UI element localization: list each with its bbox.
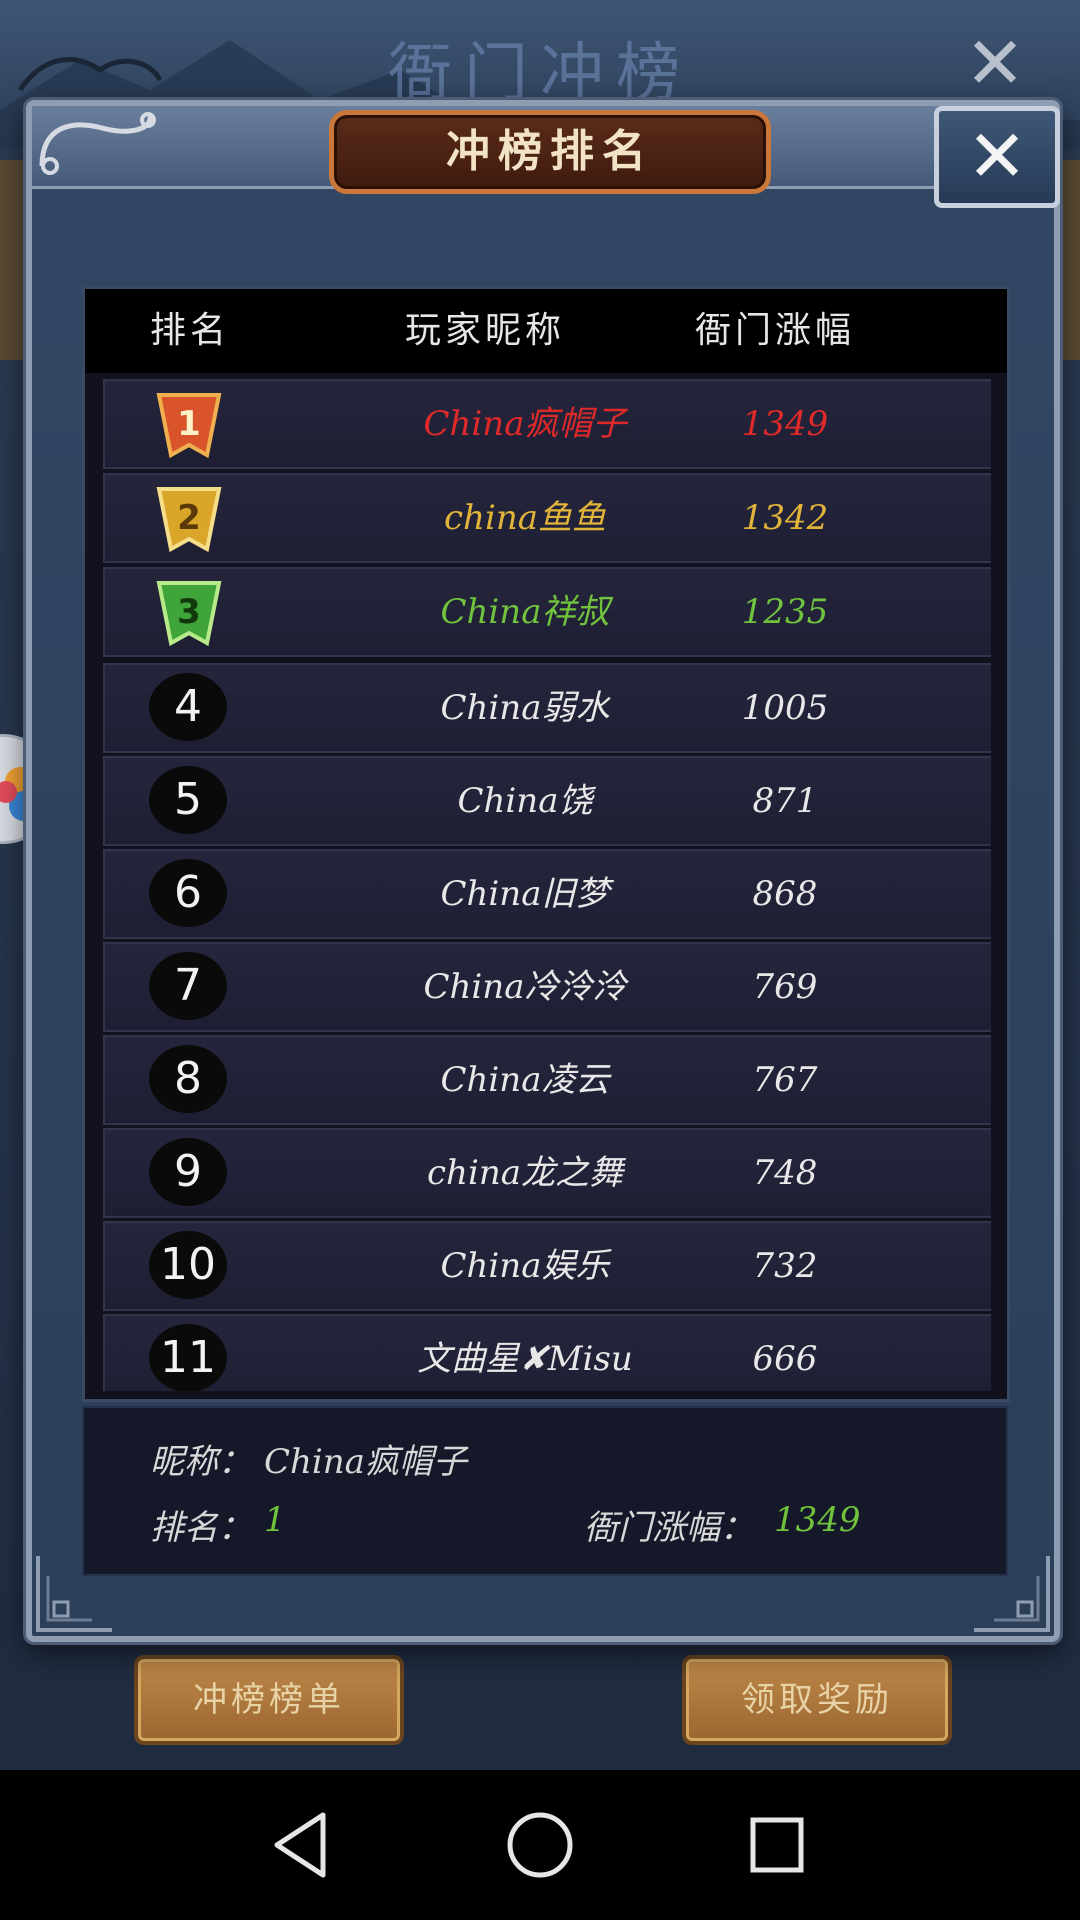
ranking-list-button[interactable]: 冲榜榜单 [134, 1655, 404, 1745]
rank-number: 8 [149, 1045, 227, 1113]
player-name: china龙之舞 [427, 1153, 623, 1193]
table-body[interactable]: 1 China疯帽子 1349 2 china鱼鱼 1342 3 China祥叔 [103, 379, 991, 1391]
my-ranking-panel: 昵称： China疯帽子 排名： 1 衙门涨幅： 1349 [82, 1406, 1008, 1576]
table-row[interactable]: 7 China冷泠泠 769 [103, 942, 991, 1032]
column-header-name: 玩家昵称 [404, 310, 565, 351]
medal-badge-icon: 1 [156, 393, 222, 459]
table-row[interactable]: 9 china龙之舞 748 [103, 1128, 991, 1218]
modal-title-banner: 冲榜排名 [329, 110, 771, 194]
close-icon[interactable]: ✕ [934, 106, 1060, 208]
modal-title: 冲榜排名 [446, 126, 654, 177]
rank-number: 11 [149, 1324, 227, 1391]
player-name: China旧梦 [440, 874, 610, 914]
table-row[interactable]: 3 China祥叔 1235 [103, 567, 991, 657]
player-gain: 767 [752, 1060, 818, 1100]
corner-ornament-icon [36, 1556, 112, 1632]
rank-value: 1 [264, 1500, 286, 1540]
background-side-panel-left [0, 160, 26, 360]
nickname-label: 昵称： [150, 1442, 252, 1482]
medal-badge-icon: 3 [156, 581, 222, 647]
svg-text:1: 1 [177, 404, 201, 444]
rank-label: 排名： [150, 1508, 252, 1548]
player-name: China冷泠泠 [423, 967, 627, 1007]
background-close-icon[interactable]: ✕ [950, 27, 1040, 99]
nickname-value: China疯帽子 [264, 1442, 467, 1482]
player-gain: 871 [752, 781, 818, 821]
player-gain: 732 [752, 1246, 818, 1286]
ranking-table: 排名 玩家昵称 衙门涨幅 1 China疯帽子 1349 2 china鱼鱼 1 [82, 286, 1010, 1402]
gain-label: 衙门涨幅： [584, 1508, 754, 1548]
rank-number: 9 [149, 1138, 227, 1206]
rank-number: 4 [149, 673, 227, 741]
table-row[interactable]: 11 文曲星✘Misu 666 [103, 1314, 991, 1391]
table-row[interactable]: 2 china鱼鱼 1342 [103, 473, 991, 563]
table-row[interactable]: 4 China弱水 1005 [103, 663, 991, 753]
player-name: China饶 [457, 781, 593, 821]
player-gain: 1235 [741, 592, 829, 632]
medal-badge-icon: 2 [156, 487, 222, 553]
player-gain: 868 [752, 874, 818, 914]
rank-number: 10 [149, 1231, 227, 1299]
player-gain: 1349 [741, 404, 829, 444]
table-row[interactable]: 10 China娱乐 732 [103, 1221, 991, 1311]
rank-number: 6 [149, 859, 227, 927]
corner-ornament-icon [974, 1556, 1050, 1632]
column-header-rank: 排名 [149, 310, 230, 351]
player-gain: 748 [752, 1153, 818, 1193]
system-navigation-bar [0, 1770, 1080, 1920]
player-name: china鱼鱼 [444, 498, 606, 538]
player-name: China疯帽子 [423, 404, 627, 444]
player-name: 文曲星✘Misu [417, 1339, 633, 1379]
player-gain: 1342 [741, 498, 829, 538]
table-header: 排名 玩家昵称 衙门涨幅 [85, 289, 1007, 373]
svg-text:2: 2 [177, 498, 201, 538]
svg-text:3: 3 [177, 592, 201, 632]
rank-number: 7 [149, 952, 227, 1020]
player-name: China祥叔 [440, 592, 610, 632]
player-gain: 1005 [741, 688, 829, 728]
player-name: China娱乐 [440, 1246, 610, 1286]
recent-apps-icon[interactable] [733, 1805, 823, 1885]
player-gain: 666 [752, 1339, 818, 1379]
table-row[interactable]: 6 China旧梦 868 [103, 849, 991, 939]
table-row[interactable]: 1 China疯帽子 1349 [103, 379, 991, 469]
scroll-ornament-icon [39, 112, 156, 175]
table-row[interactable]: 8 China凌云 767 [103, 1035, 991, 1125]
table-row[interactable]: 5 China饶 871 [103, 756, 991, 846]
player-name: China凌云 [440, 1060, 610, 1100]
player-gain: 769 [752, 967, 818, 1007]
ranking-modal: 冲榜排名 ✕ 排名 玩家昵称 衙门涨幅 1 China疯帽子 1349 2 ch… [26, 100, 1060, 1642]
back-icon[interactable] [255, 1805, 345, 1885]
rank-number: 5 [149, 766, 227, 834]
player-name: China弱水 [440, 688, 610, 728]
home-icon[interactable] [495, 1805, 585, 1885]
gain-value: 1349 [774, 1500, 861, 1540]
column-header-gain: 衙门涨幅 [694, 310, 855, 351]
claim-reward-button[interactable]: 领取奖励 [682, 1655, 952, 1745]
